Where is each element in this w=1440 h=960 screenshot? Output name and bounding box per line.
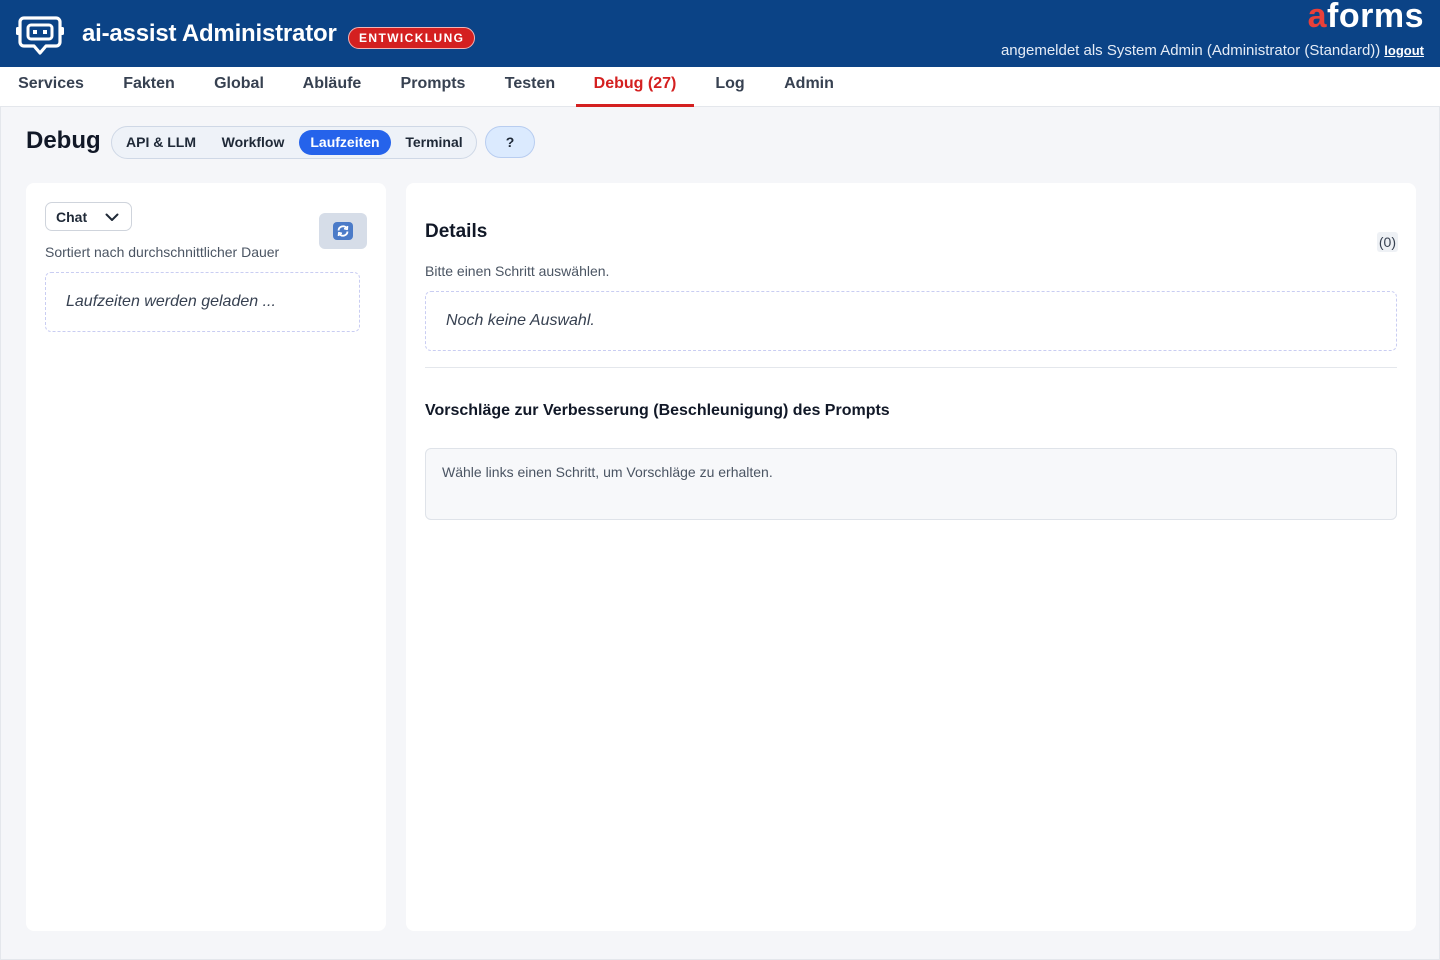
page-title: Debug xyxy=(26,127,101,154)
chevron-down-icon xyxy=(105,213,119,221)
loading-text: Laufzeiten werden geladen ... xyxy=(66,293,276,310)
app-header: ai-assist Administrator ENTWICKLUNG afor… xyxy=(0,0,1440,67)
sort-caption: Sortiert nach durchschnittlicher Dauer xyxy=(45,244,280,260)
suggestions-title: Vorschläge zur Verbesserung (Beschleunig… xyxy=(425,402,890,419)
nav-item-debug[interactable]: Debug (27) xyxy=(576,67,694,107)
tab-laufzeiten[interactable]: Laufzeiten xyxy=(299,130,391,155)
nav-item-global[interactable]: Global xyxy=(212,67,266,107)
main-nav: Services Fakten Global Abläufe Prompts T… xyxy=(0,67,1440,107)
refresh-icon xyxy=(333,222,353,240)
brand-logo-rest: forms xyxy=(1327,0,1424,35)
selection-box: Noch keine Auswahl. xyxy=(425,291,1397,351)
nav-item-log[interactable]: Log xyxy=(712,67,748,107)
help-button[interactable]: ? xyxy=(485,126,535,158)
details-count-badge: (0) xyxy=(1376,232,1398,252)
nav-item-fakten[interactable]: Fakten xyxy=(121,67,177,107)
scope-select[interactable]: Chat xyxy=(45,202,132,231)
refresh-button[interactable] xyxy=(319,213,367,249)
details-hint: Bitte einen Schritt auswählen. xyxy=(425,263,610,279)
scope-select-value: Chat xyxy=(56,209,88,225)
nav-item-prompts[interactable]: Prompts xyxy=(398,67,468,107)
suggestions-box: Wähle links einen Schritt, um Vorschläge… xyxy=(425,448,1397,520)
tab-terminal[interactable]: Terminal xyxy=(396,130,472,155)
tab-workflow[interactable]: Workflow xyxy=(210,130,296,155)
suggestions-placeholder: Wähle links einen Schritt, um Vorschläge… xyxy=(442,464,773,480)
robot-chat-icon[interactable] xyxy=(16,14,64,56)
nav-item-ablaeufe[interactable]: Abläufe xyxy=(301,67,363,107)
nav-item-admin[interactable]: Admin xyxy=(782,67,836,107)
runtime-list: Laufzeiten werden geladen ... xyxy=(45,272,360,332)
logout-link[interactable]: logout xyxy=(1384,43,1424,58)
user-text: angemeldet als System Admin (Administrat… xyxy=(1000,42,1381,59)
tab-api-llm[interactable]: API & LLM xyxy=(116,130,206,155)
brand-logo: aforms xyxy=(1308,0,1424,36)
divider xyxy=(425,367,1397,368)
user-info: angemeldet als System Admin (Administrat… xyxy=(1001,42,1424,59)
app-title: ai-assist Administrator xyxy=(82,20,337,47)
details-title: Details xyxy=(425,221,488,242)
debug-view-tabs: API & LLM Workflow Laufzeiten Terminal xyxy=(111,126,477,159)
environment-badge: ENTWICKLUNG xyxy=(348,27,476,49)
content-area: Debug API & LLM Workflow Laufzeiten Term… xyxy=(0,107,1440,960)
brand-logo-a: a xyxy=(1307,0,1328,35)
no-selection-text: Noch keine Auswahl. xyxy=(446,312,595,329)
runtime-list-panel: Chat Sortiert nach durchschnittlicher Da… xyxy=(26,183,386,931)
nav-item-services[interactable]: Services xyxy=(17,67,85,107)
nav-item-testen[interactable]: Testen xyxy=(502,67,558,107)
details-panel: Details (0) Bitte einen Schritt auswähle… xyxy=(406,183,1416,931)
